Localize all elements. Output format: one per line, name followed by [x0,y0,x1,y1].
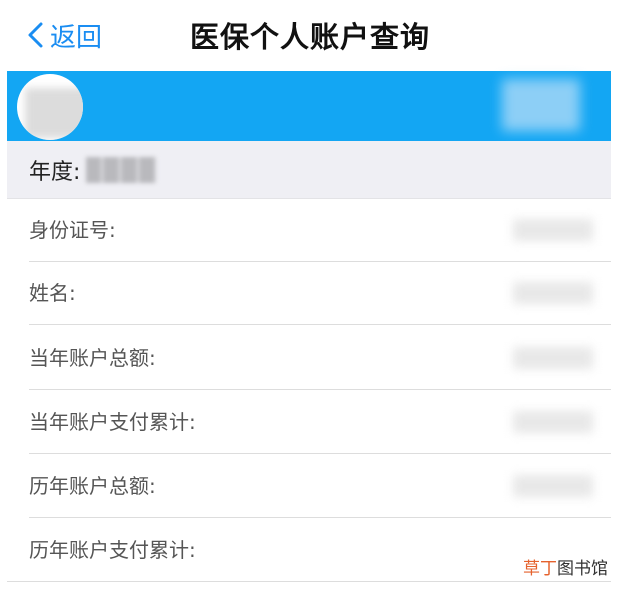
field-label-all-years-total: 历年账户总额: [29,474,156,498]
page-title: 医保个人账户查询 [189,20,430,54]
navigation-bar: 返回 医保个人账户查询 [0,0,620,70]
year-row[interactable]: 年度: [7,141,611,199]
field-value-redaction [513,475,593,497]
watermark-text: 图书馆 [557,559,608,579]
field-label-name: 姓名: [29,281,76,305]
year-label: 年度: [29,159,81,185]
watermark-accent: 草丁 [523,559,557,579]
field-row-all-years-paid: 历年账户支付累计: [7,519,611,582]
row-divider [29,517,611,518]
field-label-id-number: 身份证号: [29,218,116,242]
field-label-current-year-paid: 当年账户支付累计: [29,410,196,434]
medical-insurance-account-page: 返回 医保个人账户查询 年度: 身份证号: 姓名: 当年账户总额: 当年账户支付… [0,0,620,601]
field-label-all-years-paid: 历年账户支付累计: [29,538,196,562]
row-divider [29,453,611,454]
field-row-current-year-paid: 当年账户支付累计: [7,391,611,454]
year-value-redaction [86,156,157,183]
field-value-redaction [513,219,593,241]
row-divider [7,581,611,582]
row-divider [29,324,611,325]
field-value-redaction [513,347,593,369]
field-row-current-year-total: 当年账户总额: [7,327,611,390]
field-row-name: 姓名: [7,262,611,325]
field-row-id-number: 身份证号: [7,199,611,262]
avatar [17,74,83,140]
avatar-redaction [25,88,83,138]
field-value-redaction [513,411,593,433]
watermark: 草丁图书馆 [523,554,608,579]
row-divider [29,389,611,390]
field-row-all-years-total: 历年账户总额: [7,455,611,518]
user-info-redaction [502,79,580,131]
user-banner [7,71,611,141]
field-label-current-year-total: 当年账户总额: [29,346,156,370]
field-value-redaction [513,282,593,304]
